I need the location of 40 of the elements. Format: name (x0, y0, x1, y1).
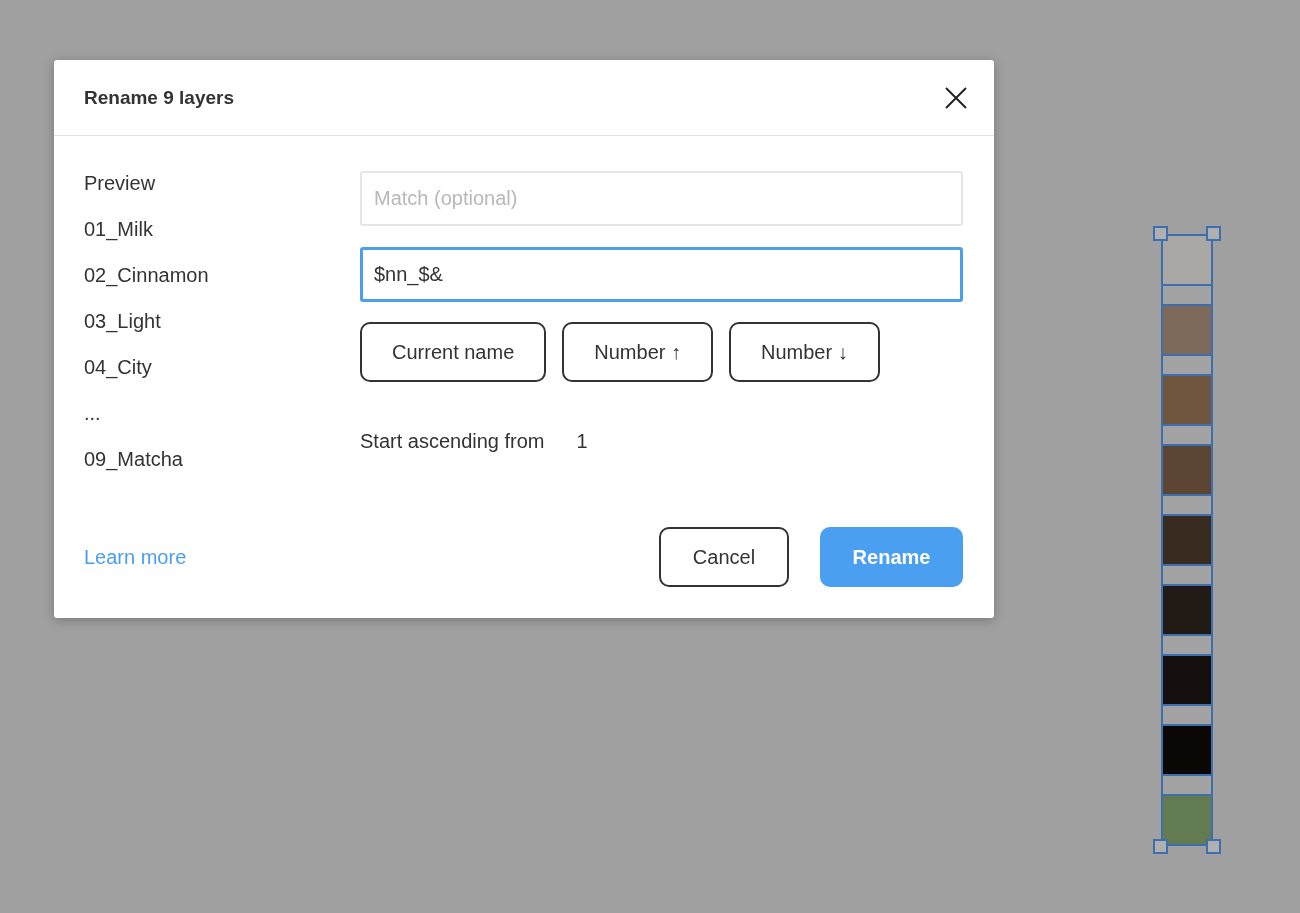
token-button[interactable]: Number ↑ (562, 322, 713, 382)
color-swatch[interactable] (1163, 796, 1211, 844)
preview-item: 03_Light (84, 309, 162, 333)
token-button[interactable]: Current name (360, 322, 547, 382)
close-icon (945, 86, 967, 109)
spacer-rect (1163, 424, 1211, 446)
selection-frame[interactable] (1161, 234, 1213, 846)
color-swatch[interactable] (1163, 306, 1211, 354)
close-button[interactable] (945, 86, 967, 109)
resize-handle[interactable] (1206, 226, 1221, 241)
color-swatch[interactable] (1163, 726, 1211, 774)
color-swatch[interactable] (1163, 586, 1211, 634)
start-label: Start ascending from (360, 430, 545, 453)
start-value[interactable]: 1 (576, 430, 588, 453)
preview-item: 09_Matcha (84, 447, 184, 471)
dialog-title: Rename 9 layers (84, 86, 234, 109)
resize-handle[interactable] (1206, 839, 1221, 854)
cancel-button[interactable]: Cancel (659, 527, 789, 587)
preview-item: 02_Cinnamon (84, 263, 210, 287)
resize-handle[interactable] (1153, 839, 1168, 854)
preview-item: 04_City (84, 355, 153, 379)
color-swatch[interactable] (1163, 236, 1211, 284)
color-swatch[interactable] (1163, 376, 1211, 424)
spacer-rect (1163, 494, 1211, 516)
spacer-rect (1163, 634, 1211, 656)
color-swatch[interactable] (1163, 656, 1211, 704)
preview-item: 01_Milk (84, 217, 154, 241)
resize-handle[interactable] (1153, 226, 1168, 241)
spacer-rect (1163, 284, 1211, 306)
spacer-rect (1163, 354, 1211, 376)
rename-field[interactable]: $nn_$& (360, 247, 963, 302)
preview-heading: Preview (84, 171, 157, 195)
spacer-rect (1163, 704, 1211, 726)
spacer-rect (1163, 564, 1211, 586)
spacer-rect (1163, 774, 1211, 796)
color-swatch[interactable] (1163, 446, 1211, 494)
color-swatch[interactable] (1163, 516, 1211, 564)
preview-item: ... (84, 401, 102, 425)
match-field[interactable]: Match (optional) (360, 171, 963, 226)
token-button[interactable]: Number ↓ (729, 322, 880, 382)
